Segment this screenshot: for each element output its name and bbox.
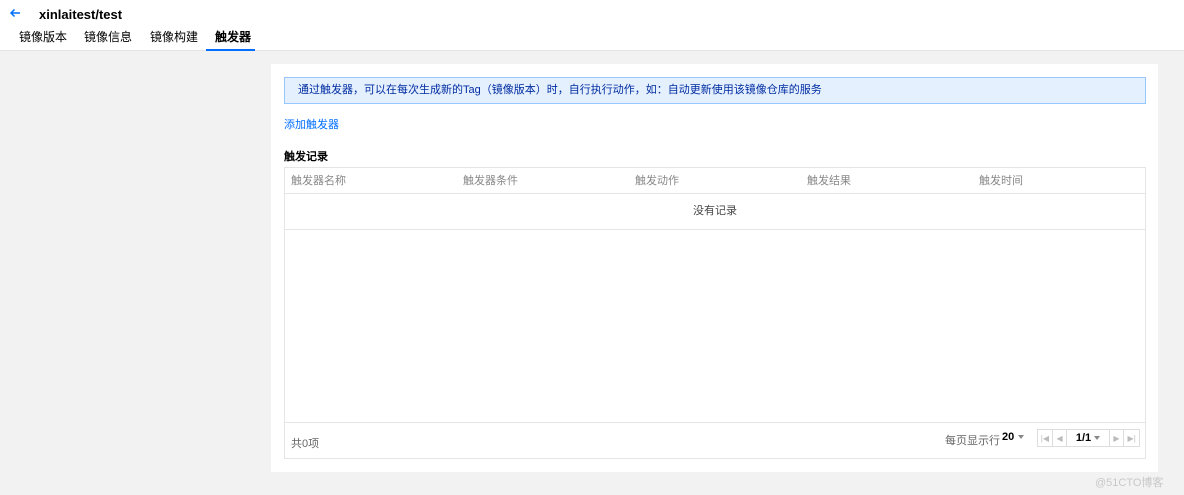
pagination: |◀ ◀ 1/1 ▶ ▶|: [1037, 429, 1140, 447]
tab-image-versions[interactable]: 镜像版本: [19, 28, 67, 51]
column-header-trigger-result: 触发结果: [807, 175, 851, 187]
last-page-button[interactable]: ▶|: [1124, 430, 1139, 446]
column-header-trigger-name: 触发器名称: [291, 175, 346, 187]
active-tab-indicator: [206, 49, 255, 51]
table-header: 触发器名称 触发器条件 触发动作 触发结果 触发时间: [285, 168, 1145, 194]
empty-state: 没有记录: [285, 194, 1145, 230]
top-bar: xinlaitest/test 镜像版本 镜像信息 镜像构建 触发器: [0, 0, 1184, 51]
page-select[interactable]: 1/1: [1067, 430, 1110, 446]
section-title: 触发记录: [284, 151, 328, 163]
per-page-select[interactable]: 20: [1002, 431, 1025, 443]
per-page-label: 每页显示行: [945, 435, 1000, 447]
arrow-left-icon: [9, 8, 20, 18]
table-footer: 共0项 每页显示行 20 |◀ ◀ 1/1 ▶ ▶|: [285, 422, 1145, 458]
page-value: 1/1: [1075, 432, 1092, 444]
chevron-down-icon: [1094, 436, 1101, 440]
page-title: xinlaitest/test: [39, 7, 123, 22]
per-page-value: 20: [1002, 431, 1015, 443]
tab-triggers[interactable]: 触发器: [215, 28, 251, 51]
back-button[interactable]: [8, 6, 22, 20]
first-page-icon: |◀: [1040, 433, 1049, 443]
trigger-records-table: 触发器名称 触发器条件 触发动作 触发结果 触发时间 没有记录 共0项 每页显示…: [284, 167, 1146, 459]
chevron-down-icon: [1018, 435, 1025, 439]
first-page-button[interactable]: |◀: [1038, 430, 1053, 446]
info-tip: 通过触发器，可以在每次生成新的Tag（镜像版本）时，自行执行动作，如：自动更新使…: [284, 77, 1146, 104]
add-trigger-link[interactable]: 添加触发器: [284, 116, 339, 132]
tab-image-build[interactable]: 镜像构建: [150, 28, 198, 51]
next-page-icon: ▶: [1113, 433, 1120, 443]
column-header-trigger-time: 触发时间: [979, 175, 1023, 187]
last-page-icon: ▶|: [1127, 433, 1136, 443]
tab-image-info[interactable]: 镜像信息: [84, 28, 132, 51]
next-page-button[interactable]: ▶: [1110, 430, 1125, 446]
column-header-trigger-condition: 触发器条件: [463, 175, 518, 187]
prev-page-icon: ◀: [1056, 433, 1063, 443]
column-header-trigger-action: 触发动作: [635, 175, 679, 187]
prev-page-button[interactable]: ◀: [1053, 430, 1068, 446]
watermark: @51CTO博客: [1095, 477, 1164, 489]
total-count: 共0项: [291, 438, 320, 450]
